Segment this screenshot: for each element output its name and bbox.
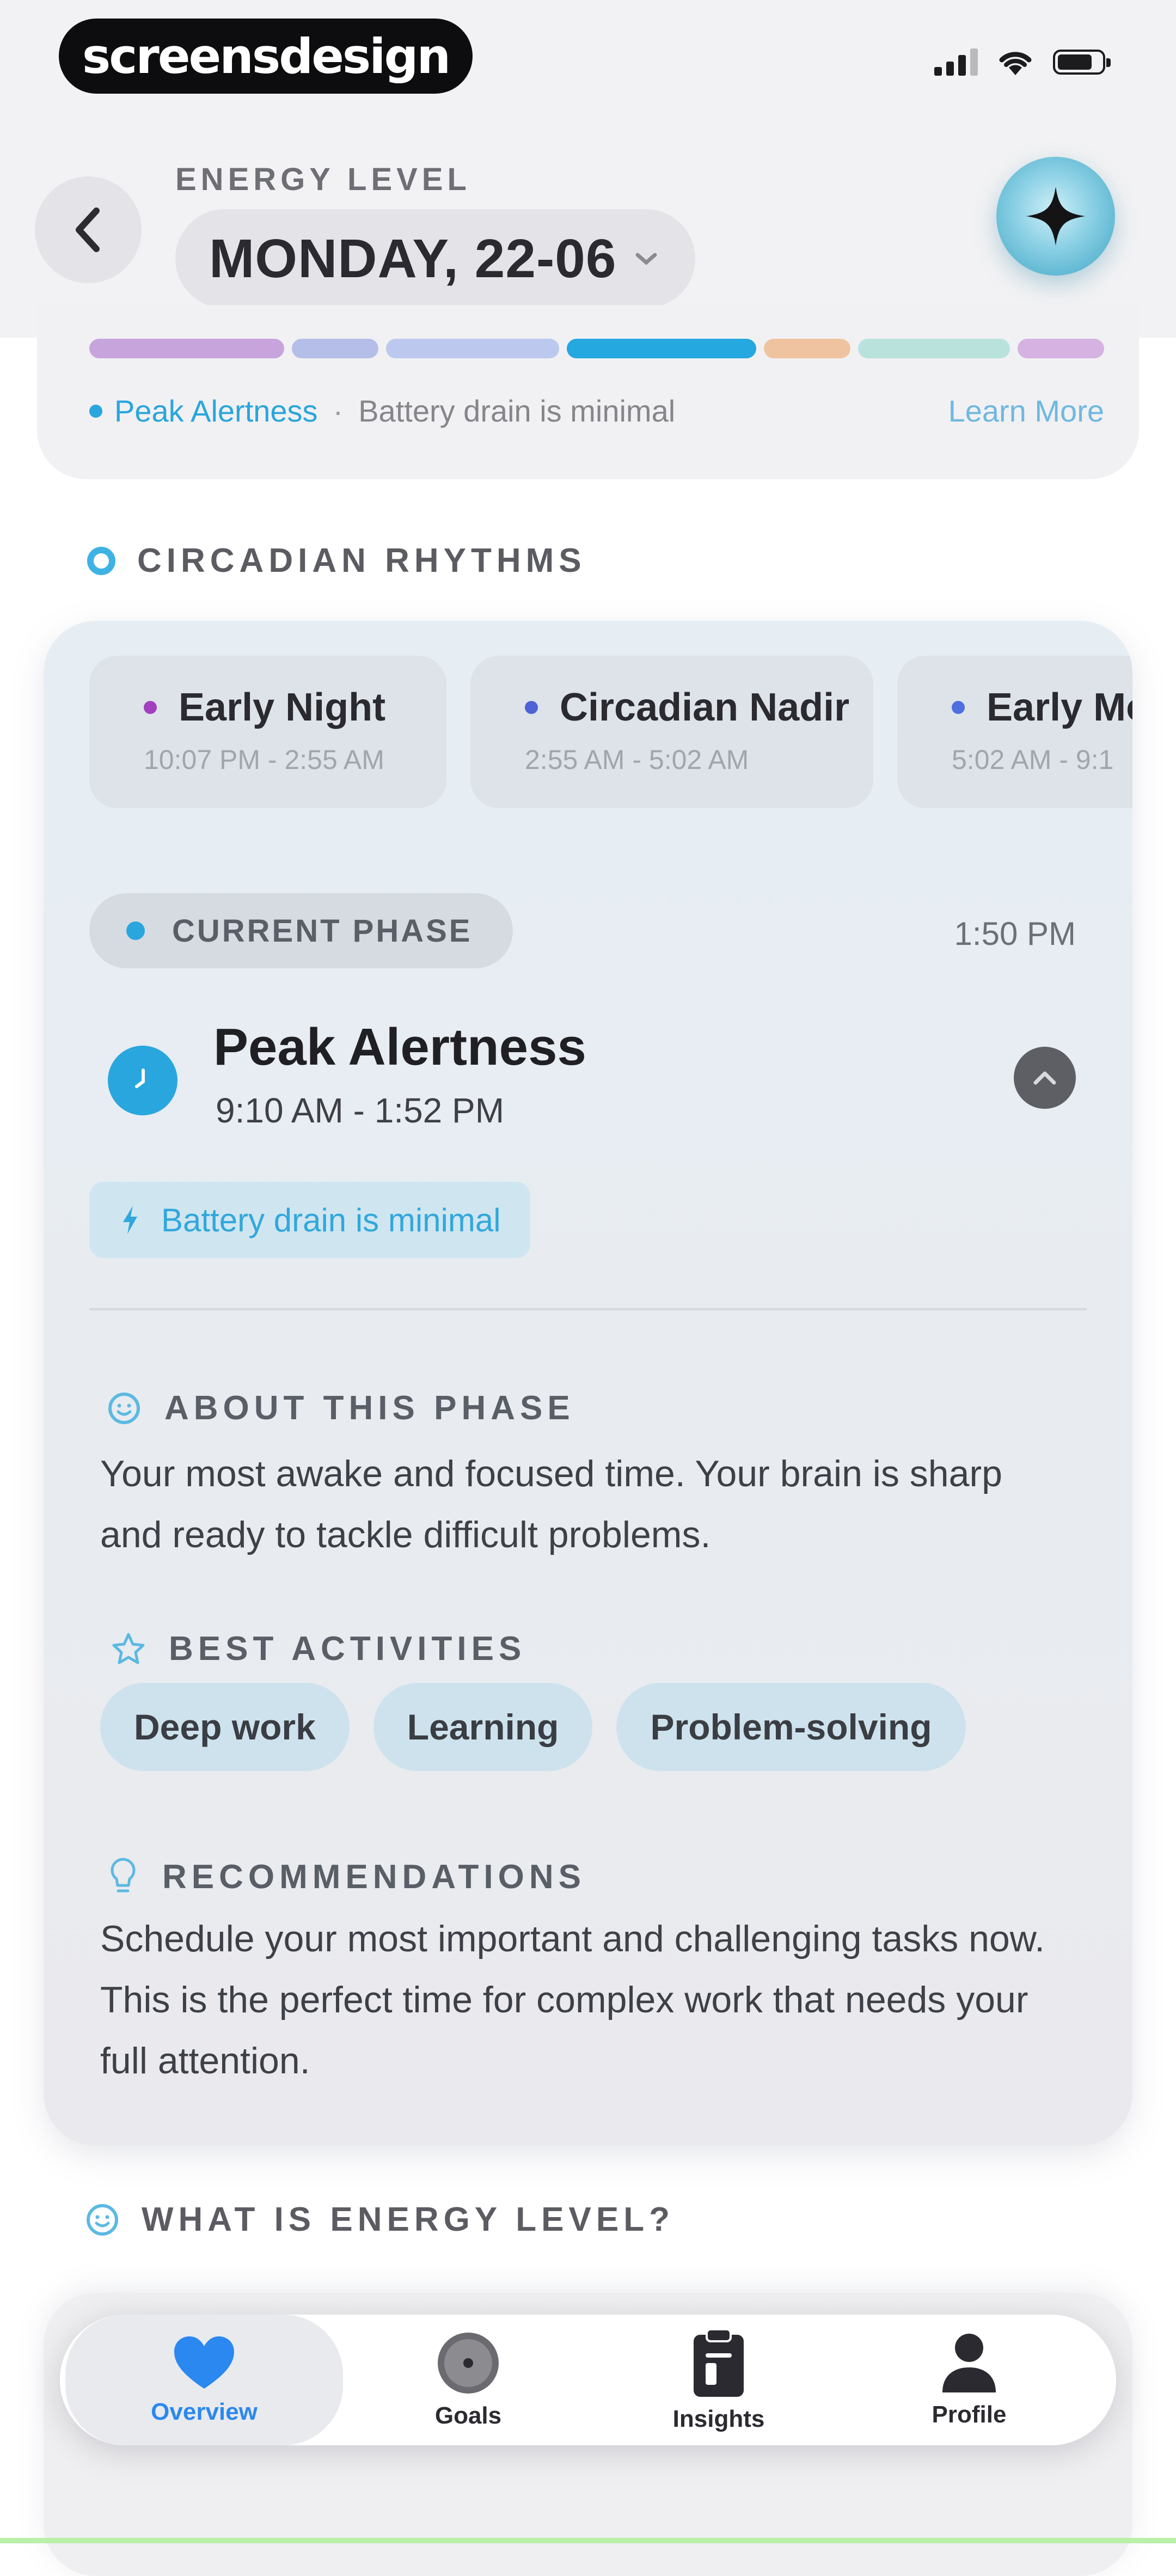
lightbulb-icon (111, 1858, 136, 1893)
circadian-card: Early Night 10:07 PM - 2:55 AM Circadian… (44, 621, 1132, 2146)
star-icon (112, 1633, 145, 1664)
phase-chip-title: Early Night (144, 685, 446, 730)
battery-icon (1053, 50, 1111, 75)
phase-chip-early-night[interactable]: Early Night 10:07 PM - 2:55 AM (89, 656, 446, 808)
caption-separator: · (333, 394, 344, 428)
what-is-heading: WHAT IS ENERGY LEVEL? (85, 2200, 675, 2239)
energy-timeline-bar (89, 339, 1105, 358)
ai-assistant-button[interactable] (996, 157, 1115, 276)
battery-drain-note: Battery drain is minimal (358, 394, 676, 428)
chevron-down-icon (635, 253, 657, 265)
phase-chip-name: Circadian Nadir (560, 686, 850, 729)
phase-title: Peak Alertness (213, 1018, 586, 1076)
tab-goals[interactable]: Goals (387, 2315, 550, 2445)
tab-label: Insights (672, 2406, 765, 2432)
status-icons (934, 48, 1111, 76)
circadian-heading-text: CIRCADIAN RHYTHMS (137, 542, 586, 579)
phase-dot-icon (89, 404, 102, 418)
what-is-heading-text: WHAT IS ENERGY LEVEL? (142, 2201, 675, 2238)
tab-label: Goals (434, 2402, 502, 2429)
activity-tag: Deep work (100, 1683, 350, 1771)
phase-dot-icon (952, 701, 965, 714)
card-divider (89, 1308, 1087, 1310)
brand-watermark: screensdesign (59, 19, 473, 94)
energy-caption: Peak Alertness · Battery drain is minima… (89, 393, 1104, 429)
tab-overview[interactable]: Overview (65, 2315, 343, 2445)
sparkle-icon (1026, 187, 1085, 246)
energy-segment (386, 339, 560, 358)
energy-segment (291, 339, 379, 358)
goals-dial-icon (438, 2333, 499, 2394)
circadian-ring-icon (87, 546, 115, 575)
learn-more-link[interactable]: Learn More (948, 393, 1104, 429)
energy-segment (89, 339, 284, 358)
activity-tag: Learning (373, 1683, 593, 1771)
tab-insights[interactable]: Insights (637, 2315, 800, 2445)
activity-tags: Deep work Learning Problem-solving (100, 1683, 966, 1771)
wifi-icon (999, 52, 1032, 75)
phase-time-range: 9:10 AM - 1:52 PM (216, 1091, 505, 1130)
smile-icon (87, 2203, 118, 2236)
current-time: 1:50 PM (954, 915, 1076, 952)
current-phase-badge: CURRENT PHASE (89, 893, 513, 968)
phase-chip-title: Circadian Nadir (525, 685, 873, 730)
back-button[interactable] (35, 176, 142, 283)
date-label: MONDAY, 22-06 (209, 228, 617, 289)
cellular-signal-icon (934, 48, 978, 76)
about-heading: ABOUT THIS PHASE (107, 1389, 575, 1427)
battery-drain-text: Battery drain is minimal (161, 1201, 501, 1238)
phase-chip-name: Early Mo (987, 686, 1132, 729)
energy-segment (567, 339, 757, 358)
about-text: Your most awake and focused time. Your b… (100, 1453, 1002, 1555)
energy-segment (764, 339, 851, 358)
energy-segment (858, 339, 1010, 358)
phase-chip-early-morning[interactable]: Early Mo 5:02 AM - 9:1 (897, 656, 1132, 808)
phase-chip-title: Early Mo (952, 685, 1132, 730)
phase-chip-time: 10:07 PM - 2:55 AM (144, 744, 384, 775)
energy-segment (1017, 339, 1105, 358)
screen-eyebrow: ENERGY LEVEL (175, 162, 471, 197)
current-phase-label: Peak Alertness (114, 394, 318, 428)
tab-bar: Overview Goals Insights Profile (60, 2315, 1116, 2445)
date-selector[interactable]: MONDAY, 22-06 (175, 209, 695, 308)
phase-chip-name: Early Night (179, 686, 386, 729)
tab-label: Overview (151, 2398, 258, 2425)
current-phase-badge-text: CURRENT PHASE (172, 913, 473, 949)
bolt-icon (123, 1206, 137, 1234)
clipboard-icon (694, 2328, 744, 2397)
activities-heading-text: BEST ACTIVITIES (169, 1630, 526, 1668)
about-heading-text: ABOUT THIS PHASE (164, 1389, 575, 1427)
clock-icon (108, 1046, 177, 1115)
collapse-button[interactable] (1014, 1047, 1076, 1109)
activity-tag: Problem-solving (616, 1683, 966, 1771)
smile-icon (108, 1392, 140, 1424)
recommendations-text: Schedule your most important and challen… (100, 1918, 1045, 2081)
heart-icon (174, 2336, 234, 2389)
phase-dot-icon (525, 701, 538, 714)
chevron-up-icon (1033, 1071, 1056, 1085)
tab-profile[interactable]: Profile (887, 2315, 1051, 2445)
phase-dot-icon (144, 701, 157, 714)
tab-label: Profile (932, 2401, 1007, 2428)
person-icon (942, 2334, 996, 2392)
energy-card (37, 305, 1139, 479)
recommendations-heading: RECOMMENDATIONS (107, 1856, 586, 1897)
chevron-left-icon (76, 207, 100, 252)
current-dot-icon (126, 921, 145, 940)
circadian-heading: CIRCADIAN RHYTHMS (87, 541, 586, 580)
phase-chip-time: 5:02 AM - 9:1 (952, 744, 1114, 775)
recommendations-heading-text: RECOMMENDATIONS (162, 1858, 586, 1896)
battery-drain-badge: Battery drain is minimal (89, 1182, 530, 1258)
phase-chip-time: 2:55 AM - 5:02 AM (525, 744, 749, 775)
phase-chip-circadian-nadir[interactable]: Circadian Nadir 2:55 AM - 5:02 AM (470, 656, 873, 808)
bottom-edge-line (0, 2538, 1176, 2543)
activities-heading: BEST ACTIVITIES (111, 1629, 526, 1668)
phase-chip-row[interactable]: Early Night 10:07 PM - 2:55 AM Circadian… (89, 656, 1132, 808)
